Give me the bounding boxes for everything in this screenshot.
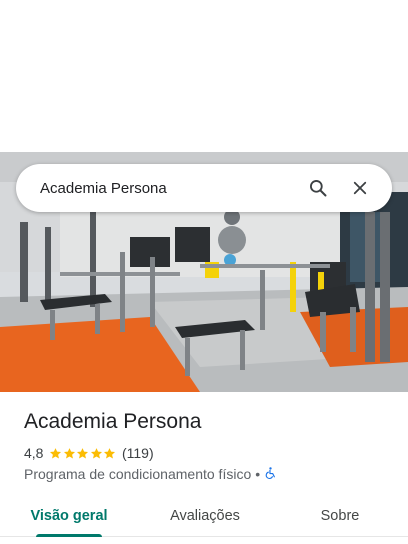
separator-dot: • bbox=[255, 466, 261, 482]
map-blank-area bbox=[0, 0, 408, 152]
star-icon bbox=[77, 447, 89, 459]
tab-overview[interactable]: Visão geral bbox=[0, 496, 138, 537]
search-bar[interactable]: Academia Persona bbox=[16, 164, 392, 212]
star-icon bbox=[50, 447, 62, 459]
tab-about[interactable]: Sobre bbox=[272, 496, 408, 536]
rating-stars bbox=[49, 447, 117, 460]
rating-value: 4,8 bbox=[24, 445, 44, 461]
wheelchair-icon bbox=[264, 466, 277, 483]
place-category: Programa de condicionamento físico bbox=[24, 466, 252, 482]
star-icon bbox=[63, 447, 75, 459]
star-icon bbox=[104, 447, 116, 459]
close-icon[interactable] bbox=[342, 170, 378, 206]
place-tabs: Visão geral Avaliações Sobre bbox=[0, 496, 408, 537]
rating-row[interactable]: 4,8 (119) bbox=[24, 444, 154, 462]
category-row: Programa de condicionamento físico • bbox=[24, 465, 277, 483]
search-icon[interactable] bbox=[300, 170, 336, 206]
search-input[interactable]: Academia Persona bbox=[40, 180, 294, 197]
tab-reviews[interactable]: Avaliações bbox=[138, 496, 272, 536]
review-count[interactable]: (119) bbox=[122, 445, 154, 461]
place-title: Academia Persona bbox=[24, 410, 202, 433]
star-icon bbox=[90, 447, 102, 459]
